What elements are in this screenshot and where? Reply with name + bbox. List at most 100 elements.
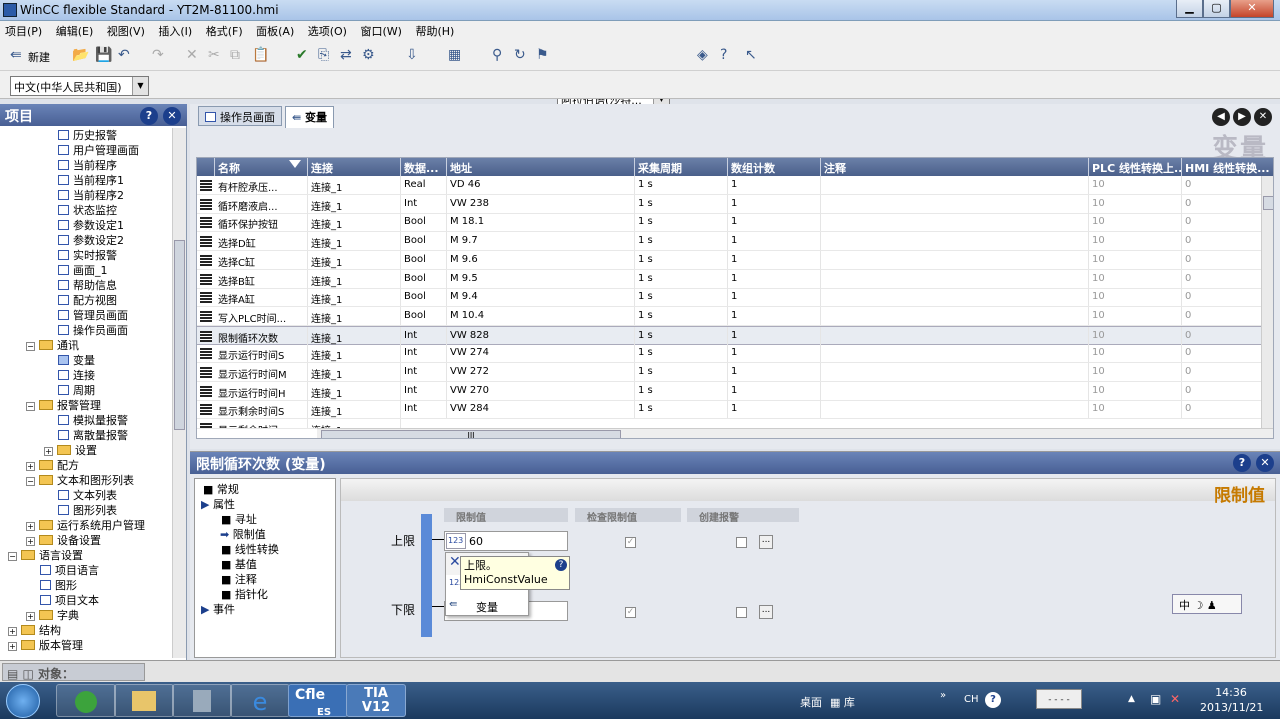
collapse-icon[interactable]: − (8, 552, 17, 561)
header-array-count[interactable]: 数组计数 (728, 158, 821, 176)
help-book-icon[interactable]: ◈ (697, 47, 708, 63)
nav-base[interactable]: ■ 基值 (221, 556, 257, 572)
show-hidden-icons[interactable]: ▲ (1128, 694, 1135, 704)
nav-properties[interactable]: ▶ 属性 (201, 496, 235, 512)
desktop-toolbar[interactable]: 桌面 (800, 694, 822, 710)
taskbar-app-ie-green[interactable] (56, 684, 116, 717)
ime-toolbar[interactable]: - - - - (1036, 689, 1082, 709)
cell-array-count[interactable]: 1 (728, 288, 821, 307)
tree-item[interactable]: 用户管理画面 (58, 143, 139, 158)
cell-name[interactable]: 选择A缸 (215, 288, 308, 307)
cell-cycle[interactable]: 1 s (635, 363, 728, 381)
cell-plc-scale[interactable]: 10 (1089, 232, 1182, 251)
cell-array-count[interactable]: 1 (728, 326, 821, 345)
cell-address[interactable]: M 18.1 (447, 213, 635, 232)
tree-item[interactable]: 离散量报警 (58, 428, 128, 443)
tree-item[interactable]: 项目语言 (40, 563, 99, 578)
row-selector-icon[interactable] (200, 198, 212, 210)
help-pointer-icon[interactable]: ↖ (745, 47, 757, 63)
cell-datatype[interactable]: Int (401, 363, 447, 381)
cell-datatype[interactable]: Int (401, 400, 447, 419)
upper-create-alarm-checkbox[interactable] (736, 537, 747, 548)
cell-connection[interactable]: 连接_1 (308, 400, 401, 419)
cell-plc-scale[interactable]: 10 (1089, 213, 1182, 232)
cell-plc-scale[interactable]: 10 (1089, 381, 1182, 400)
library-icon[interactable]: ▦ (448, 47, 461, 63)
dropdown-item-tag[interactable]: ⇚ 变量 (446, 597, 528, 615)
transfer-icon[interactable]: ⇄ (340, 47, 352, 63)
lower-alarm-ellipsis-button[interactable]: ... (759, 605, 773, 619)
tree-item[interactable]: 画面_1 (58, 263, 108, 278)
cell-datatype[interactable]: Bool (401, 269, 447, 288)
tree-item[interactable]: 状态监控 (58, 203, 117, 218)
expand-icon[interactable]: + (8, 627, 17, 636)
table-row[interactable]: 选择B缸 连接_1 Bool M 9.5 1 s 1 10 0 (197, 269, 1273, 289)
table-row[interactable]: 限制循环次数 连接_1 Int VW 828 1 s 1 10 0 (197, 325, 1273, 345)
cell-datatype[interactable]: Bool (401, 213, 447, 232)
clock[interactable]: 14:36 2013/11/21 (1200, 685, 1263, 715)
tree-item[interactable]: − 文本和图形列表 (26, 473, 134, 488)
cell-plc-scale[interactable]: 10 (1089, 344, 1182, 363)
expand-icon[interactable]: + (26, 462, 35, 471)
cell-address[interactable]: VW 274 (447, 344, 635, 363)
library-toolbar[interactable]: ▦ 库 (830, 694, 855, 710)
upper-limit-value[interactable]: 60 (469, 535, 483, 548)
cell-plc-scale[interactable]: 10 (1089, 400, 1182, 419)
cell-plc-scale[interactable]: 10 (1089, 269, 1182, 288)
paste-icon[interactable]: 📋 (252, 47, 269, 63)
row-selector-icon[interactable] (200, 180, 212, 191)
cell-array-count[interactable]: 1 (728, 344, 821, 363)
cell-connection[interactable]: 连接_1 (308, 269, 401, 288)
menu-options[interactable]: 选项(O) (303, 21, 352, 39)
row-selector-icon[interactable] (200, 273, 212, 285)
cell-name[interactable]: 选择D缸 (215, 232, 308, 251)
tree-item[interactable]: + 设置 (44, 443, 97, 458)
cell-name[interactable]: 有杆腔承压... (215, 176, 308, 194)
new-button[interactable]: 新建 (28, 49, 50, 65)
row-selector-icon[interactable] (200, 236, 212, 248)
vscroll-thumb[interactable] (1263, 196, 1273, 210)
row-selector-icon[interactable] (200, 385, 212, 397)
table-row[interactable]: 写入PLC时间... 连接_1 Bool M 10.4 1 s 1 10 0 (197, 306, 1273, 326)
tree-item[interactable]: 操作员画面 (58, 323, 128, 338)
expand-icon[interactable]: + (26, 537, 35, 546)
cell-connection[interactable]: 连接_1 (308, 176, 401, 194)
header-connection[interactable]: 连接 (308, 158, 401, 176)
cell-array-count[interactable]: 1 (728, 250, 821, 269)
cell-address[interactable]: VW 272 (447, 363, 635, 381)
arrow-left-icon[interactable]: ◀ (1212, 108, 1230, 126)
table-row[interactable]: 选择C缸 连接_1 Bool M 9.6 1 s 1 10 0 (197, 250, 1273, 270)
row-selector-icon[interactable] (200, 367, 212, 378)
cell-comment[interactable] (821, 176, 1089, 194)
table-row[interactable]: 显示剩余时间S 连接_1 Int VW 284 1 s 1 10 0 (197, 400, 1273, 420)
tree-scrollbar[interactable] (172, 128, 186, 658)
upper-limit-field[interactable]: 123 60 (444, 531, 568, 551)
cell-cycle[interactable]: 1 s (635, 306, 728, 325)
header-hmi-scale[interactable]: HMI 线性转换... (1182, 158, 1273, 176)
find-icon[interactable]: ⚲ (492, 47, 502, 63)
tree-item-communication[interactable]: − 通讯 (26, 338, 79, 353)
header-address[interactable]: 地址 (447, 158, 635, 176)
tree-item[interactable]: 项目文本 (40, 593, 99, 608)
new-icon[interactable]: ⇚ (10, 47, 22, 63)
cell-address[interactable]: VW 284 (447, 400, 635, 419)
cell-connection[interactable]: 连接_1 (308, 344, 401, 363)
cross-ref-icon[interactable]: ⚑ (536, 47, 549, 63)
menu-view[interactable]: 视图(V) (102, 21, 150, 39)
cell-array-count[interactable]: 1 (728, 194, 821, 213)
cell-address[interactable]: M 9.5 (447, 269, 635, 288)
ime-bar[interactable]: 中 ☽ ♟ (1172, 594, 1242, 614)
tree-item[interactable]: + 设备设置 (26, 533, 101, 548)
save-icon[interactable]: 💾 (95, 47, 112, 63)
menu-project[interactable]: 项目(P) (0, 21, 47, 39)
cell-datatype[interactable]: Int (401, 381, 447, 400)
close-icon[interactable]: ✕ (1256, 454, 1274, 472)
tree-item[interactable]: 管理员画面 (58, 308, 128, 323)
table-row[interactable]: 选择D缸 连接_1 Bool M 9.7 1 s 1 10 0 (197, 232, 1273, 252)
cell-array-count[interactable]: 1 (728, 269, 821, 288)
cell-comment[interactable] (821, 213, 1089, 232)
tree-item[interactable]: 文本列表 (58, 488, 117, 503)
header-datatype[interactable]: 数据... (401, 158, 447, 176)
delete-icon[interactable]: ✕ (186, 47, 198, 63)
table-row[interactable]: 选择A缸 连接_1 Bool M 9.4 1 s 1 10 0 (197, 288, 1273, 308)
